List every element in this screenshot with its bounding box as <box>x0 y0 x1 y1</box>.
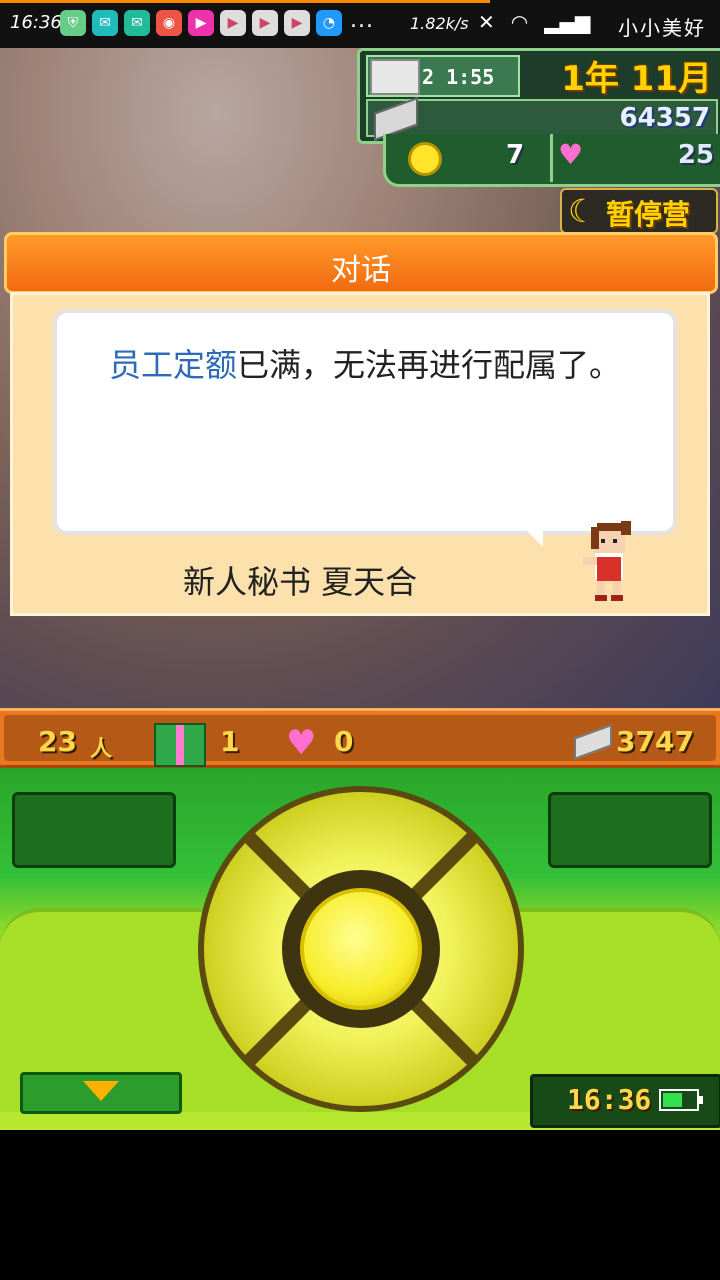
money-icon <box>574 724 612 760</box>
divider <box>550 134 553 182</box>
like-count: 0 <box>334 725 354 758</box>
heart-value: 25 <box>677 140 714 170</box>
game-clock: 2 1:55 <box>366 55 520 97</box>
wechat-icon-2: ✉ <box>124 10 150 36</box>
download-progress-line <box>0 0 490 3</box>
hud-top-panel: 2 1:55 1年 11月 64357 <box>357 48 720 144</box>
center-action-button[interactable] <box>300 888 422 1010</box>
cash-value: 3747 <box>616 725 694 758</box>
money-value: 64357 <box>619 103 710 133</box>
message-highlight: 员工定额 <box>109 346 238 384</box>
vibrate-off-icon: ✕ <box>478 10 495 34</box>
coin-value: 7 <box>506 140 525 170</box>
money-row: 64357 <box>366 96 718 142</box>
battery-icon <box>659 1089 703 1111</box>
speech-bubble: 员工定额已满，无法再进行配属了。 <box>53 309 677 535</box>
net-speed: 1.82k/s <box>410 14 469 33</box>
secretary-character-icon <box>583 521 631 601</box>
gift-count: 1 <box>220 725 240 758</box>
shield-app-icon: ⛨ <box>60 10 86 36</box>
heart-icon: ♥ <box>286 723 317 763</box>
battery-fill <box>663 1093 683 1107</box>
notification-icons: ⛨ ✉ ✉ ◉ ▶ ▶ ▶ ▶ ◔ <box>60 10 342 36</box>
system-icons: ✕ ◠ ▂▄▆ <box>478 10 590 34</box>
status-bar: 16:36 ⛨ ✉ ✉ ◉ ▶ ▶ ▶ ▶ ◔ ... 1.82k/s ✕ ◠ … <box>0 0 720 48</box>
dialog-title: 对话 <box>331 253 391 288</box>
dialog-header: 对话 <box>4 232 718 294</box>
staff-count: 23 <box>38 725 77 758</box>
collapse-button[interactable] <box>20 1072 182 1114</box>
directional-pad[interactable] <box>198 786 524 1112</box>
message-text: 已满，无法再进行配属了。 <box>237 346 622 384</box>
dialog-message: 员工定额已满，无法再进行配属了。 <box>109 339 629 391</box>
speaker-name: 新人秘书 夏天合 <box>183 563 418 601</box>
info-bar-inner: 23 人 1 ♥ 0 3747 <box>4 715 716 767</box>
panel-clock: 16:36 <box>530 1074 720 1128</box>
carrier-name: 小小美好 <box>618 16 706 40</box>
right-panel-screen <box>548 792 712 868</box>
signal-icon: ▂▄▆ <box>544 10 591 34</box>
control-panel: 16:36 <box>0 768 720 1130</box>
status-time: 16:36 <box>10 12 62 33</box>
bubble-tail <box>513 517 543 547</box>
play-app-icon-3: ▶ <box>284 10 310 36</box>
left-panel-screen <box>12 792 176 868</box>
wifi-icon: ◠ <box>510 10 529 34</box>
panel-time: 16:36 <box>567 1083 652 1116</box>
play-app-icon-2: ▶ <box>252 10 278 36</box>
weibo-icon: ◉ <box>156 10 182 36</box>
wechat-icon: ✉ <box>92 10 118 36</box>
heart-icon: ♥ <box>558 138 584 171</box>
staff-unit: 人 <box>90 737 113 762</box>
game-time: 2 1:55 <box>422 65 495 89</box>
browser-app-icon: ◔ <box>316 10 342 36</box>
pause-business-button[interactable]: ☾ 暂停营业 <box>560 188 718 271</box>
more-notifications-icon: ... <box>350 8 374 33</box>
coin-icon <box>408 142 442 176</box>
clock-icon <box>370 59 420 95</box>
chevron-down-icon <box>83 1081 119 1101</box>
info-bar: 23 人 1 ♥ 0 3747 <box>0 708 720 768</box>
gift-icon <box>154 723 206 767</box>
moon-icon: ☾ <box>568 192 597 230</box>
play-app-icon: ▶ <box>220 10 246 36</box>
dialog-body[interactable]: 员工定额已满，无法再进行配属了。 新人秘书 夏天合 <box>10 292 710 616</box>
game-date: 1年 11月 <box>561 59 712 99</box>
hud-stats-panel: 7 ♥ 25 <box>383 134 720 187</box>
video-app-icon: ▶ <box>188 10 214 36</box>
